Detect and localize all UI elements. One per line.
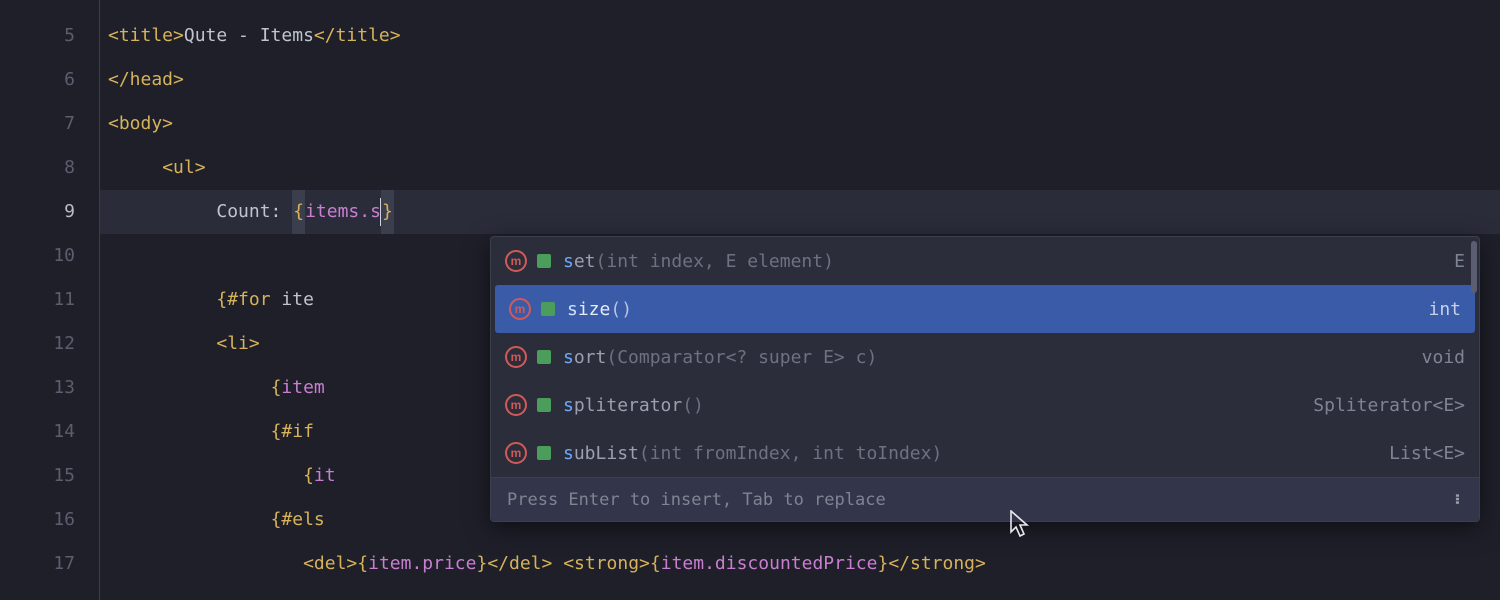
method-icon: m [505, 442, 527, 464]
completion-return-type: int [1428, 299, 1461, 320]
line-number: 12 [0, 322, 75, 366]
method-icon: m [505, 394, 527, 416]
lock-icon [541, 302, 555, 316]
completion-item[interactable]: m subList(int fromIndex, int toIndex) Li… [491, 429, 1479, 477]
completion-return-type: List<E> [1389, 443, 1465, 464]
completion-footer: Press Enter to insert, Tab to replace ⋯ [491, 477, 1479, 521]
completion-return-type: void [1422, 347, 1465, 368]
completion-item[interactable]: m spliterator() Spliterator<E> [491, 381, 1479, 429]
code-line[interactable]: <title>Qute - Items</title> [100, 14, 1500, 58]
more-icon[interactable]: ⋯ [1447, 493, 1467, 505]
code-editor[interactable]: 5 6 7 8 9 10 11 12 13 14 15 16 17 <title… [0, 0, 1500, 600]
method-icon: m [509, 298, 531, 320]
code-line[interactable]: <ul> [100, 146, 1500, 190]
code-line-current[interactable]: Count: {items.s} [100, 190, 1500, 234]
line-number: 6 [0, 58, 75, 102]
line-number: 11 [0, 278, 75, 322]
line-number: 14 [0, 410, 75, 454]
completion-return-type: Spliterator<E> [1313, 395, 1465, 416]
line-number: 7 [0, 102, 75, 146]
line-number: 17 [0, 542, 75, 586]
code-line[interactable]: </head> [100, 58, 1500, 102]
completion-hint: Press Enter to insert, Tab to replace [507, 490, 886, 510]
line-number: 5 [0, 14, 75, 58]
completion-item[interactable]: m sort(Comparator<? super E> c) void [491, 333, 1479, 381]
line-number: 16 [0, 498, 75, 542]
method-icon: m [505, 346, 527, 368]
line-number: 10 [0, 234, 75, 278]
lock-icon [537, 446, 551, 460]
method-icon: m [505, 250, 527, 272]
completion-item[interactable]: m set(int index, E element) E [491, 237, 1479, 285]
completion-return-type: E [1454, 251, 1465, 272]
code-area[interactable]: <title>Qute - Items</title> </head> <bod… [100, 0, 1500, 600]
line-number: 8 [0, 146, 75, 190]
lock-icon [537, 254, 551, 268]
completion-item-selected[interactable]: m size() int [495, 285, 1475, 333]
lock-icon [537, 350, 551, 364]
scrollbar-thumb[interactable] [1471, 241, 1477, 293]
autocomplete-popup[interactable]: m set(int index, E element) E m size() i… [490, 236, 1480, 522]
line-number: 15 [0, 454, 75, 498]
code-line[interactable]: <del>{item.price}</del> <strong>{item.di… [100, 542, 1500, 586]
code-line[interactable]: <body> [100, 102, 1500, 146]
line-number: 9 [0, 190, 75, 234]
line-number-gutter: 5 6 7 8 9 10 11 12 13 14 15 16 17 [0, 0, 100, 600]
lock-icon [537, 398, 551, 412]
line-number: 13 [0, 366, 75, 410]
